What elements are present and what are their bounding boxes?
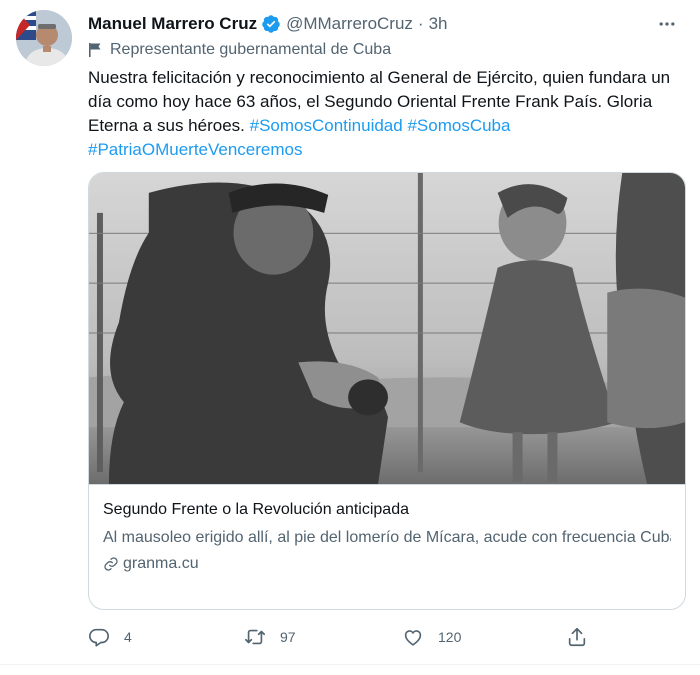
card-domain: granma.cu xyxy=(103,553,671,575)
heart-icon xyxy=(404,630,422,646)
reply-icon xyxy=(89,628,109,647)
link-card[interactable]: Segundo Frente o la Revolución anticipad… xyxy=(88,172,686,610)
share-icon xyxy=(568,627,586,647)
tweet-divider xyxy=(0,664,700,665)
card-image xyxy=(89,173,685,485)
separator-dot: · xyxy=(417,14,424,33)
tweet-time[interactable]: 3h xyxy=(429,14,448,34)
government-label-text: Representante gubernamental de Cuba xyxy=(110,41,392,58)
more-dots-icon[interactable] xyxy=(650,12,684,36)
card-title: Segundo Frente o la Revolución anticipad… xyxy=(103,501,409,518)
author-handle[interactable]: @MMarreroCruz xyxy=(286,14,413,34)
avatar[interactable] xyxy=(16,10,72,66)
reply-button[interactable]: 4 xyxy=(88,624,132,650)
link-icon xyxy=(104,557,118,571)
retweet-count: 97 xyxy=(280,629,296,645)
hashtag-link[interactable]: #SomosCuba xyxy=(407,116,510,135)
tweet-text: Nuestra felicitación y reconocimiento al… xyxy=(88,66,688,162)
verified-badge-icon xyxy=(261,14,281,34)
flag-icon xyxy=(89,43,101,57)
hashtag-link[interactable]: #PatriaOMuerteVenceremos xyxy=(88,140,303,159)
reply-count: 4 xyxy=(124,629,132,645)
author-name[interactable]: Manuel Marrero Cruz xyxy=(88,14,257,34)
retweet-button[interactable]: 97 xyxy=(244,624,296,650)
hashtag-link[interactable]: #SomosContinuidad xyxy=(250,116,403,135)
retweet-icon xyxy=(245,629,265,645)
tweet[interactable]: Manuel Marrero Cruz @MMarreroCruz · 3h R… xyxy=(0,0,700,675)
tweet-actions: 4 97 120 xyxy=(88,624,686,650)
card-domain-text: granma.cu xyxy=(123,555,199,572)
like-count: 120 xyxy=(438,629,462,645)
government-label[interactable]: Representante gubernamental de Cuba xyxy=(88,38,391,62)
tweet-header: Manuel Marrero Cruz @MMarreroCruz · 3h xyxy=(88,12,684,36)
card-description: Al mausoleo erigido allí, al pie del lom… xyxy=(103,529,671,546)
like-button[interactable]: 120 xyxy=(402,624,461,650)
share-button[interactable] xyxy=(566,624,602,650)
